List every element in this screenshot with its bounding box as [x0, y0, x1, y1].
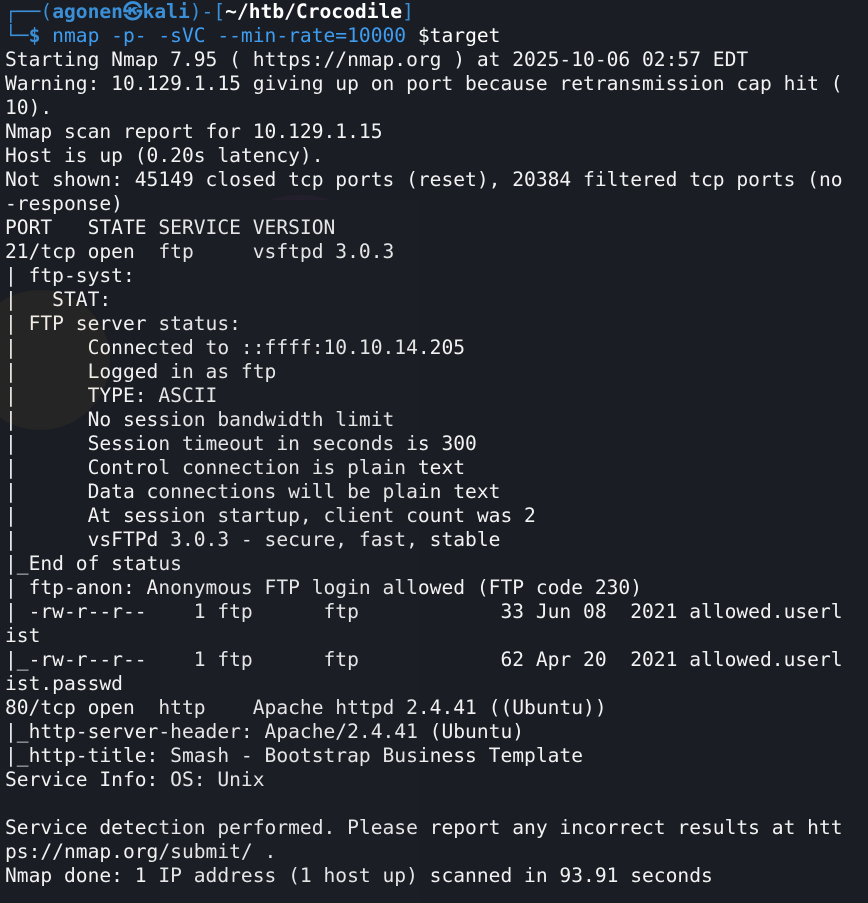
output-line: | At session startup, client count was 2: [5, 504, 536, 527]
output-line: | Connected to ::ffff:10.10.14.205: [5, 336, 466, 359]
output-line: 80/tcp open http Apache httpd 2.4.41 ((U…: [5, 696, 607, 719]
output-line: | vsFTPd 3.0.3 - secure, fast, stable: [5, 528, 501, 551]
command-line[interactable]: └─$ nmap -p- -sVC --min-rate=10000 $targ…: [0, 24, 868, 48]
output-line: Host is up (0.20s latency).: [5, 144, 324, 167]
prompt-at-symbol: ㉿: [122, 0, 143, 23]
output-line: | TYPE: ASCII: [5, 384, 218, 407]
output-line: 21/tcp open ftp vsftpd 3.0.3: [5, 240, 395, 263]
output-line: | ftp-syst:: [5, 264, 135, 287]
output-line: |_http-title: Smash - Bootstrap Business…: [5, 744, 584, 767]
output-line: | Logged in as ftp: [5, 360, 277, 383]
prompt-path: ~/htb/Crocodile: [225, 0, 403, 23]
terminal-window[interactable]: ┌──(agonen㉿kali)-[~/htb/Crocodile] └─$ n…: [0, 0, 868, 903]
prompt-host: kali: [142, 0, 190, 23]
output-line: Starting Nmap 7.95 ( https://nmap.org ) …: [5, 48, 749, 71]
output-line: ist.passwd: [5, 672, 123, 695]
output-line: ps://nmap.org/submit/ .: [5, 840, 277, 863]
command-output: Starting Nmap 7.95 ( https://nmap.org ) …: [0, 48, 868, 888]
output-line: Service detection performed. Please repo…: [5, 816, 843, 839]
output-line: ist: [5, 624, 41, 647]
output-line: |_-rw-r--r-- 1 ftp ftp 62 Apr 20 2021 al…: [5, 648, 843, 671]
command-text: nmap -p- -sVC --min-rate=10000: [40, 24, 407, 47]
output-line: Nmap done: 1 IP address (1 host up) scan…: [5, 864, 713, 887]
output-line: | STAT:: [5, 288, 112, 311]
prompt-header: ┌──(agonen㉿kali)-[~/htb/Crocodile]: [5, 0, 414, 23]
prompt-user: agonen: [52, 0, 123, 23]
output-line: | Session timeout in seconds is 300: [5, 432, 477, 455]
output-line: Nmap scan report for 10.129.1.15: [5, 120, 383, 143]
output-line: Not shown: 45149 closed tcp ports (reset…: [5, 168, 843, 191]
output-line: | FTP server status:: [5, 312, 241, 335]
output-line: |_End of status: [5, 552, 182, 575]
output-line: | Data connections will be plain text: [5, 480, 501, 503]
output-line: | Control connection is plain text: [5, 456, 466, 479]
output-line: Service Info: OS: Unix: [5, 768, 265, 791]
output-line: | ftp-anon: Anonymous FTP login allowed …: [5, 576, 643, 599]
output-line: -response): [5, 192, 123, 215]
output-line: Warning: 10.129.1.15 giving up on port b…: [5, 72, 843, 95]
output-line: PORT STATE SERVICE VERSION: [5, 216, 336, 239]
command-variable: $target: [406, 24, 501, 47]
output-line: | -rw-r--r-- 1 ftp ftp 33 Jun 08 2021 al…: [5, 600, 843, 623]
output-line: 10).: [5, 96, 53, 119]
prompt-dollar: $: [28, 24, 41, 47]
output-line: |_http-server-header: Apache/2.4.41 (Ubu…: [5, 720, 525, 743]
output-line: | No session bandwidth limit: [5, 408, 395, 431]
